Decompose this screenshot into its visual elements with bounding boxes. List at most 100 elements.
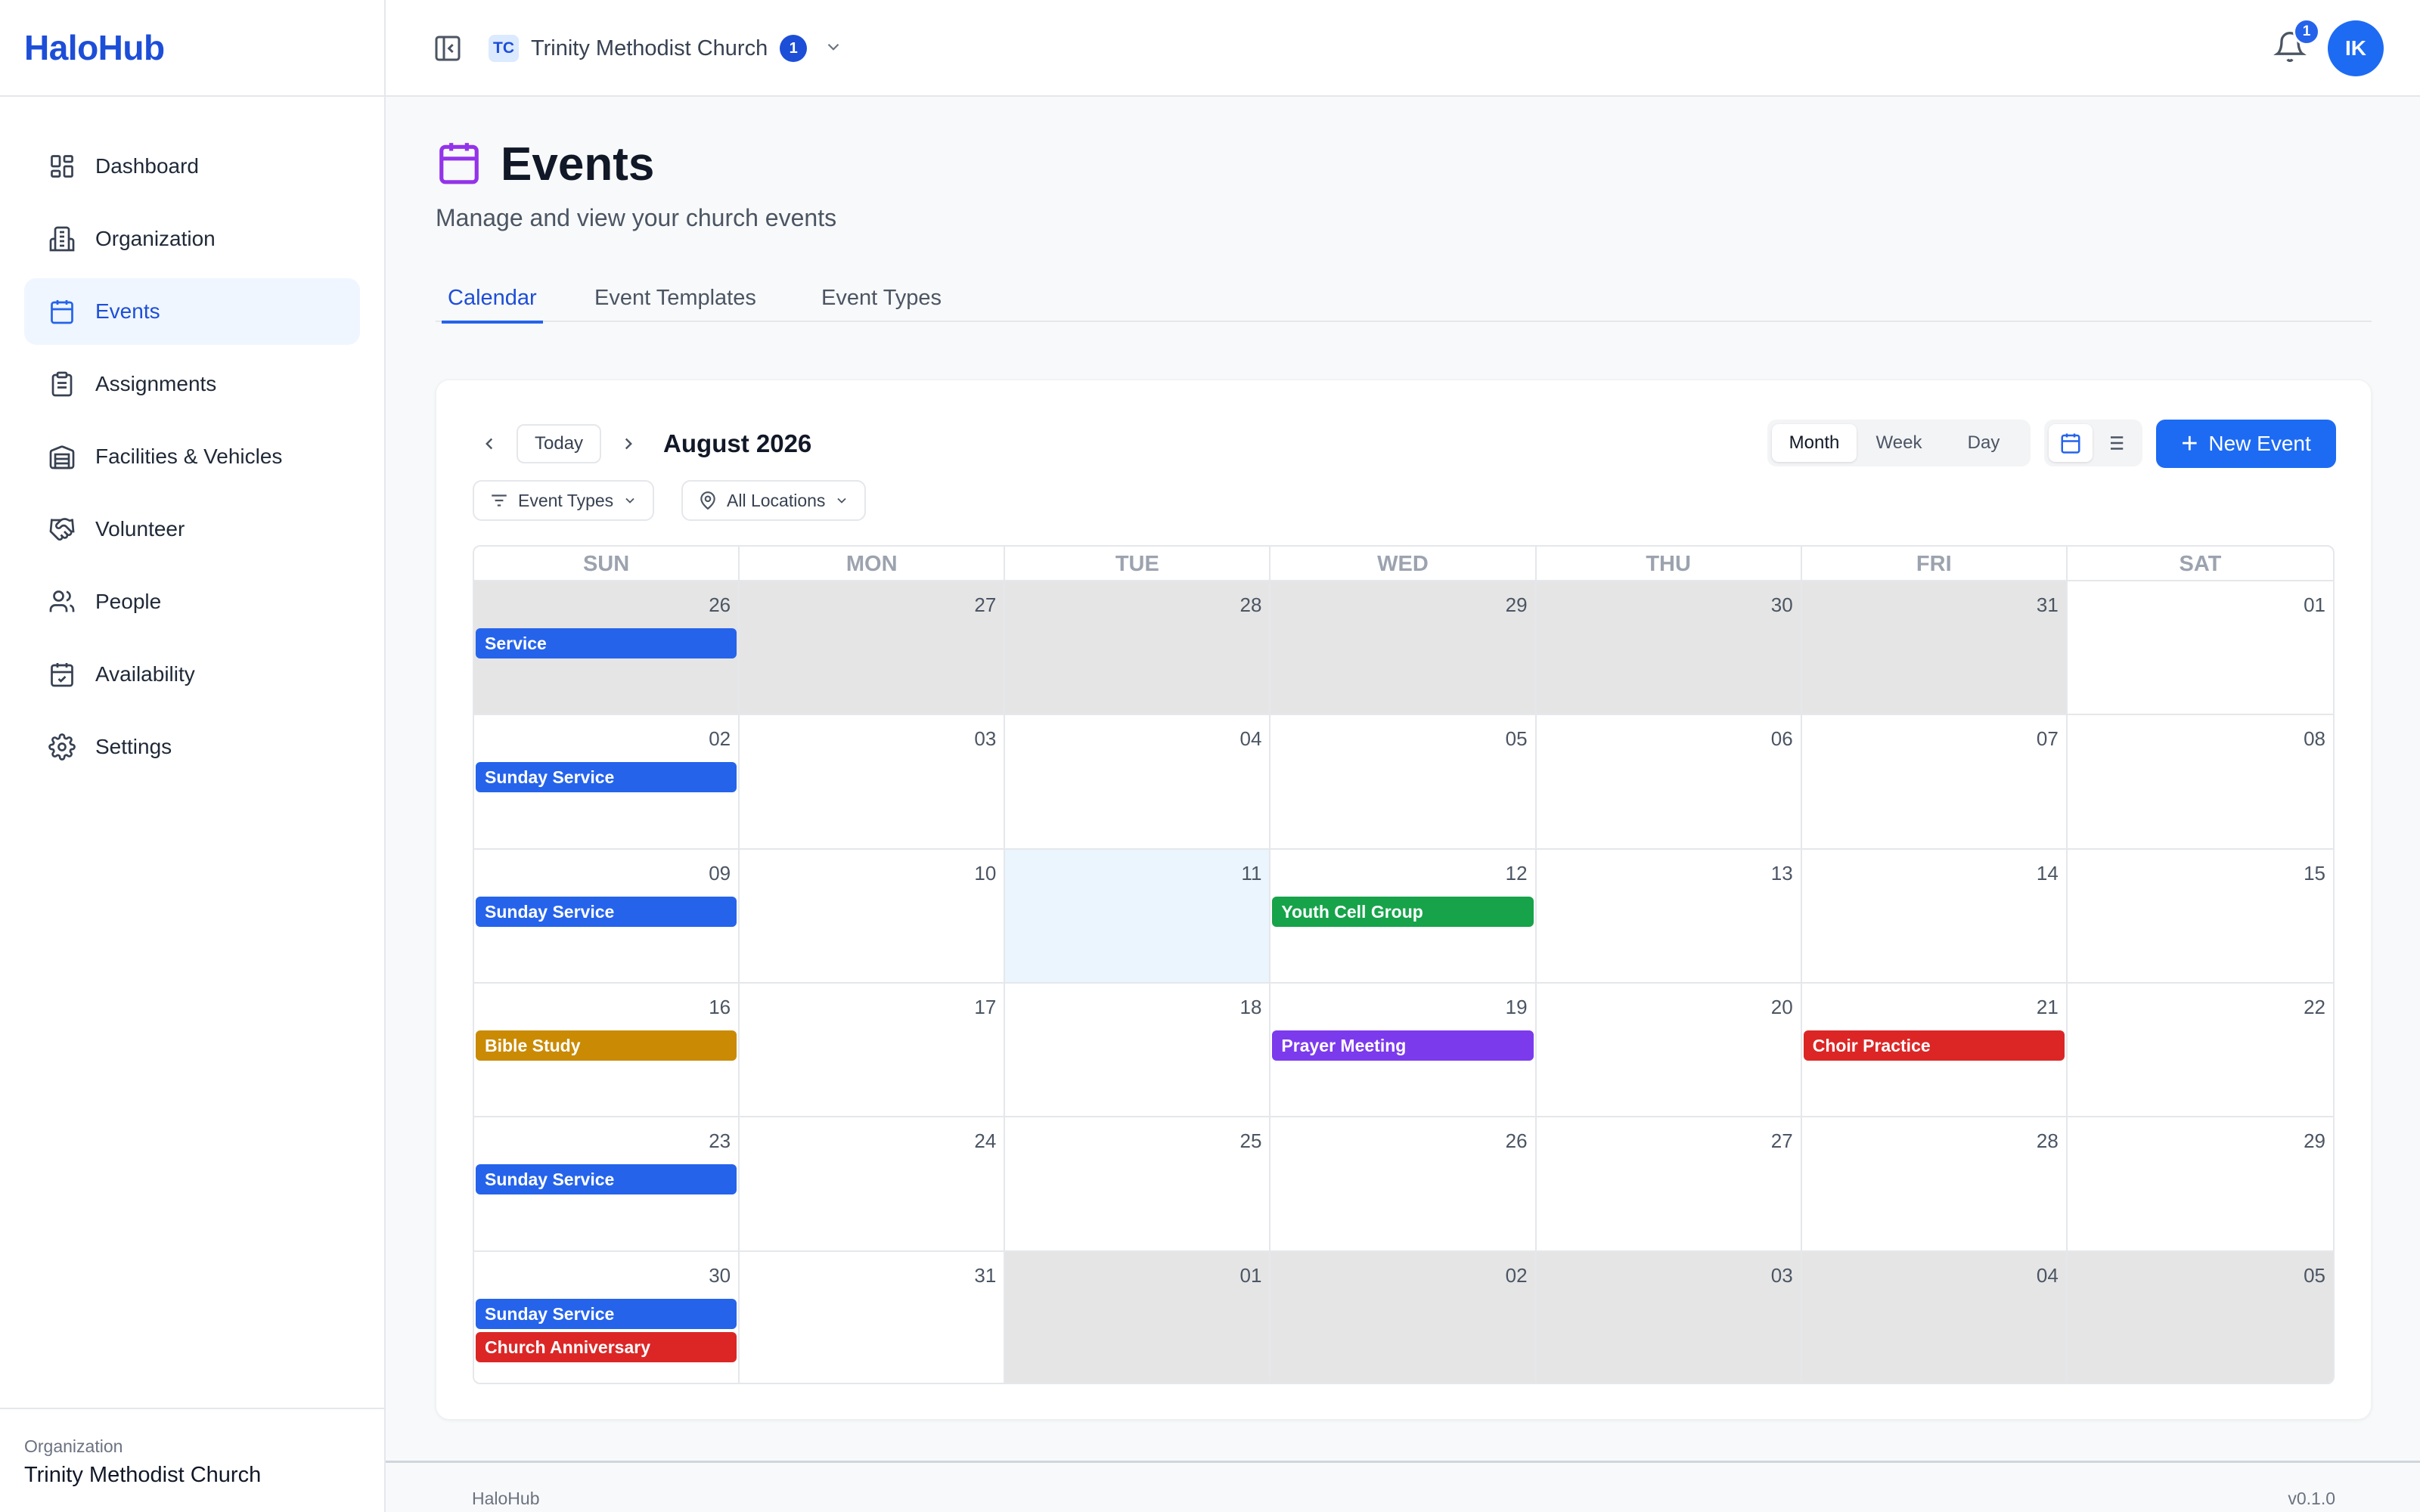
sidebar-item-organization[interactable]: Organization <box>24 206 360 272</box>
sidebar-item-people[interactable]: People <box>24 569 360 635</box>
calendar-day-cell[interactable]: 03 <box>1536 1251 1802 1383</box>
day-number: 28 <box>1239 593 1262 616</box>
calendar-day-cell[interactable]: 05 <box>1270 715 1537 850</box>
dashboard-icon <box>47 151 77 181</box>
tab-event-types[interactable]: Event Types <box>821 286 942 322</box>
view-month-button[interactable]: Month <box>1772 424 1857 462</box>
calendar-day-cell[interactable]: 17 <box>740 983 1006 1118</box>
view-day-button[interactable]: Day <box>1941 424 2026 462</box>
calendar-day-cell[interactable]: 28 <box>1801 1117 2068 1252</box>
view-week-button[interactable]: Week <box>1857 424 1941 462</box>
day-number: 19 <box>1505 995 1528 1018</box>
event-chip[interactable]: Sunday Service <box>476 1164 737 1195</box>
day-number: 04 <box>2036 1263 2059 1287</box>
calendar-day-cell[interactable]: 12 Youth Cell Group <box>1270 849 1537 984</box>
list-view-icon[interactable] <box>2093 424 2136 462</box>
calendar-day-cell[interactable]: 09 Sunday Service <box>474 849 740 984</box>
event-chip[interactable]: Sunday Service <box>476 1298 737 1329</box>
calendar-day-cell[interactable]: 18 <box>1005 983 1271 1118</box>
calendar-day-cell[interactable]: 11 <box>1005 849 1271 984</box>
calendar-day-cell[interactable]: 30 <box>1536 581 1802 716</box>
weekday-label: FRI <box>1802 547 2068 581</box>
calendar-day-cell[interactable]: 01 <box>1005 1251 1271 1383</box>
prev-month-button[interactable] <box>473 427 506 460</box>
calendar-day-cell[interactable]: 04 <box>1801 1251 2068 1383</box>
chevron-down-icon <box>834 493 849 508</box>
weekday-label: SAT <box>2179 552 2222 576</box>
locations-filter[interactable]: All Locations <box>681 480 867 521</box>
event-types-filter[interactable]: Event Types <box>473 480 655 521</box>
event-chip[interactable]: Bible Study <box>476 1030 737 1061</box>
sidebar-org-footer: Organization Trinity Methodist Church <box>0 1408 384 1512</box>
event-chip[interactable]: Sunday Service <box>476 762 737 793</box>
calendar-day-cell[interactable]: 29 <box>1270 581 1537 716</box>
calendar-icon <box>436 139 482 190</box>
calendar-day-cell[interactable]: 02 Sunday Service <box>474 715 740 850</box>
calendar-day-cell[interactable]: 14 <box>1801 849 2068 984</box>
view-switcher: Month Week Day <box>1767 420 2031 466</box>
sidebar-toggle-icon[interactable] <box>433 33 463 64</box>
sidebar-item-facilities[interactable]: Facilities & Vehicles <box>24 423 360 490</box>
calendar-day-cell[interactable]: 03 <box>740 715 1006 850</box>
next-month-button[interactable] <box>612 427 645 460</box>
day-number: 16 <box>709 995 731 1018</box>
sidebar-item-availability[interactable]: Availability <box>24 641 360 708</box>
sidebar-item-volunteer[interactable]: Volunteer <box>24 496 360 562</box>
calendar-day-cell[interactable]: 13 <box>1536 849 1802 984</box>
sidebar-item-label: Organization <box>95 227 216 250</box>
day-number: 02 <box>709 727 731 751</box>
sidebar-item-settings[interactable]: Settings <box>24 714 360 780</box>
calendar-day-cell[interactable]: 23 Sunday Service <box>474 1117 740 1252</box>
calendar-day-cell[interactable]: 19 Prayer Meeting <box>1270 983 1537 1118</box>
calendar-day-cell[interactable]: 26 Service <box>474 581 740 716</box>
day-number: 12 <box>1505 861 1528 885</box>
event-chip[interactable]: Sunday Service <box>476 896 737 927</box>
calendar-day-cell[interactable]: 08 <box>2067 715 2333 850</box>
calendar-day-cell[interactable]: 04 <box>1005 715 1271 850</box>
calendar-day-cell[interactable]: 26 <box>1270 1117 1537 1252</box>
calendar-day-cell[interactable]: 05 <box>2067 1251 2333 1383</box>
tab-calendar[interactable]: Calendar <box>442 286 543 324</box>
event-chip[interactable]: Service <box>476 628 737 658</box>
calendar-day-cell[interactable]: 27 <box>740 581 1006 716</box>
today-button[interactable]: Today <box>517 424 602 463</box>
gear-icon <box>47 732 77 762</box>
sidebar-item-dashboard[interactable]: Dashboard <box>24 133 360 200</box>
calendar-day-cell[interactable]: 20 <box>1536 983 1802 1118</box>
calendar-day-cell[interactable]: 01 <box>2067 581 2333 716</box>
tab-event-templates[interactable]: Event Templates <box>594 286 756 322</box>
event-chip[interactable]: Church Anniversary <box>476 1331 737 1362</box>
org-name: Trinity Methodist Church <box>531 36 768 60</box>
new-event-button[interactable]: + New Event <box>2156 420 2336 468</box>
app-logo[interactable]: HaloHub <box>24 27 165 68</box>
org-switcher[interactable]: TC Trinity Methodist Church 1 <box>489 30 843 67</box>
calendar-day-cell[interactable]: 24 <box>740 1117 1006 1252</box>
sidebar-item-events[interactable]: Events <box>24 278 360 345</box>
calendar-view-icon[interactable] <box>2049 424 2093 462</box>
calendar-day-cell[interactable]: 02 <box>1270 1251 1537 1383</box>
calendar-day-cell[interactable]: 22 <box>2067 983 2333 1118</box>
calendar-day-cell[interactable]: 06 <box>1536 715 1802 850</box>
calendar-day-cell[interactable]: 25 <box>1005 1117 1271 1252</box>
calendar-day-cell[interactable]: 31 <box>1801 581 2068 716</box>
event-chip[interactable]: Prayer Meeting <box>1272 1030 1534 1061</box>
sidebar-item-assignments[interactable]: Assignments <box>24 351 360 417</box>
calendar-day-cell[interactable]: 30 Sunday Service Church Anniversary <box>474 1251 740 1383</box>
calendar-day-cell[interactable]: 27 <box>1536 1117 1802 1252</box>
day-number: 14 <box>2036 861 2059 885</box>
calendar-day-cell[interactable]: 21 Choir Practice <box>1801 983 2068 1118</box>
calendar-day-cell[interactable]: 16 Bible Study <box>474 983 740 1118</box>
calendar-day-cell[interactable]: 10 <box>740 849 1006 984</box>
calendar-day-cell[interactable]: 28 <box>1005 581 1271 716</box>
calendar-day-cell[interactable]: 31 <box>740 1251 1006 1383</box>
day-number: 27 <box>974 593 997 616</box>
weekday-label: SUN <box>474 547 740 581</box>
day-number: 15 <box>2304 861 2325 885</box>
tab-bar: Calendar Event Templates Event Types <box>436 286 2372 324</box>
calendar-day-cell[interactable]: 29 <box>2067 1117 2333 1252</box>
event-chip[interactable]: Choir Practice <box>1803 1030 2065 1061</box>
avatar[interactable]: IK <box>2328 20 2384 76</box>
calendar-day-cell[interactable]: 07 <box>1801 715 2068 850</box>
event-chip[interactable]: Youth Cell Group <box>1272 896 1534 927</box>
calendar-day-cell[interactable]: 15 <box>2067 849 2333 984</box>
